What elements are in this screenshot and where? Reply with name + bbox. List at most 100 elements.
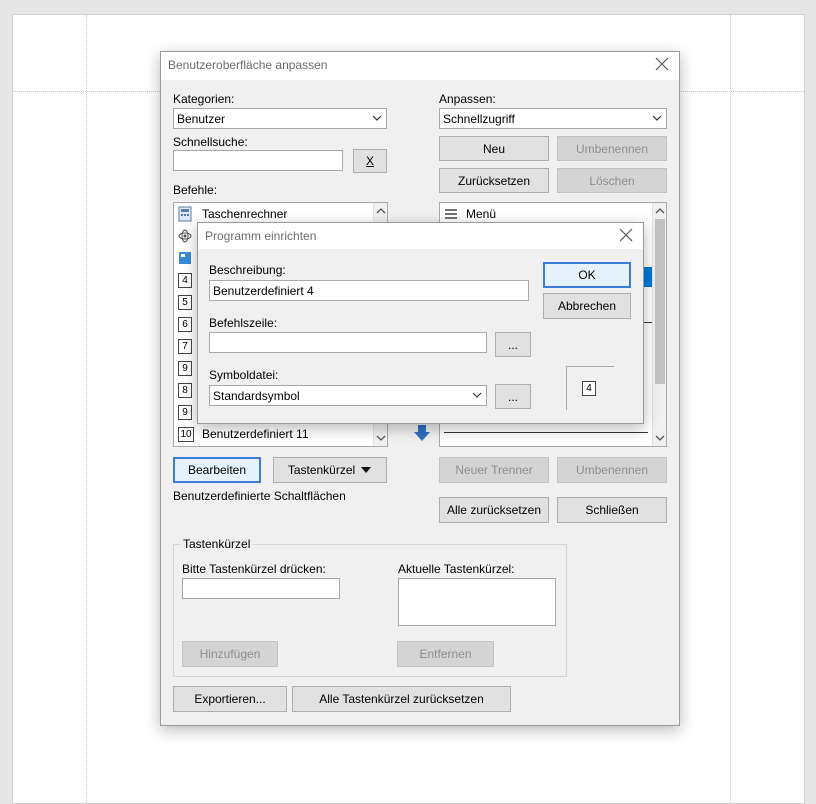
custom-buttons-caption: Benutzerdefinierte Schaltflächen — [173, 489, 346, 503]
group-title: Tastenkürzel — [180, 537, 254, 551]
hinzufuegen-button[interactable]: Hinzufügen — [182, 641, 278, 667]
zuruecksetzen-button[interactable]: Zurücksetzen — [439, 168, 549, 193]
triangle-down-icon — [361, 467, 372, 473]
schliessen-label: Schließen — [585, 503, 639, 517]
chevron-down-icon — [652, 115, 662, 121]
number-icon: 10 — [178, 426, 194, 442]
alle-tastenkuerzel-reset-label: Alle Tastenkürzel zurücksetzen — [319, 692, 484, 706]
ok-button[interactable]: OK — [543, 262, 631, 288]
neuer-trenner-button[interactable]: Neuer Trenner — [439, 457, 549, 483]
symboldatei-browse-button[interactable]: ... — [495, 384, 531, 409]
program-setup-dialog: Programm einrichten Beschreibung: Benutz… — [197, 222, 644, 424]
umbenennen-label: Umbenennen — [575, 141, 649, 156]
schliessen-button[interactable]: Schließen — [557, 497, 667, 523]
tastenkuerzel-label: Tastenkürzel — [287, 463, 356, 477]
dialog-titlebar: Benutzeroberfläche anpassen — [161, 52, 679, 80]
loeschen-button[interactable]: Löschen — [557, 168, 667, 193]
kategorien-combo[interactable]: Benutzer — [173, 108, 387, 129]
clear-search-button[interactable]: X — [353, 149, 387, 173]
chevron-down-icon — [472, 392, 482, 398]
number-icon: 9 — [178, 404, 192, 420]
befehlszeile-browse-button[interactable]: ... — [495, 332, 531, 357]
alle-zuruecksetzen-label: Alle zurücksetzen — [446, 503, 542, 517]
list-item-label: Benutzerdefiniert 11 — [202, 427, 309, 441]
number-icon: 5 — [178, 294, 192, 310]
number-icon: 9 — [178, 360, 192, 376]
scroll-down-icon[interactable] — [374, 432, 388, 444]
browse-label: ... — [507, 337, 518, 352]
bearbeiten-button[interactable]: Bearbeiten — [173, 457, 261, 483]
list-item-label: Menü — [466, 207, 497, 221]
margin-guide-left — [86, 15, 87, 803]
alle-tastenkuerzel-reset-button[interactable]: Alle Tastenkürzel zurücksetzen — [292, 686, 511, 712]
entfernen-button[interactable]: Entfernen — [397, 641, 494, 667]
aktuelle-label: Aktuelle Tastenkürzel: — [398, 562, 515, 576]
scroll-down-icon[interactable] — [653, 432, 667, 444]
kategorien-value: Benutzer — [177, 112, 226, 126]
abbrechen-button[interactable]: Abbrechen — [543, 293, 631, 319]
loeschen-label: Löschen — [589, 173, 635, 188]
zuruecksetzen-label: Zurücksetzen — [457, 173, 531, 188]
browse-label: ... — [507, 389, 518, 404]
symboldatei-combo[interactable]: Standardsymbol — [209, 385, 487, 406]
number-icon: 4 — [582, 381, 596, 396]
exportieren-label: Exportieren... — [194, 692, 266, 706]
list-item-label: Taschenrechner — [202, 207, 288, 221]
kategorien-label: Kategorien: — [173, 92, 235, 106]
number-icon: 6 — [178, 316, 192, 332]
symboldatei-value: Standardsymbol — [213, 389, 300, 403]
number-icon: 8 — [178, 382, 192, 398]
alle-zuruecksetzen-button[interactable]: Alle zurücksetzen — [439, 497, 549, 523]
befehlszeile-input[interactable] — [209, 332, 487, 353]
schnellsuche-label: Schnellsuche: — [173, 135, 248, 149]
hinzufuegen-label: Hinzufügen — [199, 647, 261, 661]
anpassen-label: Anpassen: — [439, 92, 496, 106]
chevron-down-icon — [372, 115, 382, 121]
separator-line — [644, 322, 652, 323]
befehle-label: Befehle: — [173, 183, 218, 197]
icon-preview: 4 — [566, 366, 614, 410]
tastenkuerzel-dropdown-button[interactable]: Tastenkürzel — [273, 457, 387, 483]
atom-icon — [178, 229, 192, 243]
schnellsuche-input[interactable] — [173, 150, 343, 171]
list-item[interactable]: 10 Benutzerdefiniert 11 — [178, 423, 309, 445]
close-icon[interactable] — [655, 57, 669, 71]
ok-label: OK — [578, 268, 596, 282]
beschreibung-value: Benutzerdefiniert 4 — [213, 284, 314, 298]
dialog-title: Programm einrichten — [205, 229, 317, 243]
befehlszeile-label: Befehlszeile: — [209, 316, 278, 330]
margin-guide-right — [730, 15, 731, 803]
calculator-icon — [178, 206, 192, 222]
scroll-thumb[interactable] — [655, 219, 665, 384]
scroll-up-icon[interactable] — [374, 205, 388, 217]
umbenennen-button[interactable]: Umbenennen — [557, 136, 667, 161]
list-item[interactable] — [178, 225, 192, 247]
scroll-up-icon[interactable] — [653, 205, 667, 217]
neu-button[interactable]: Neu — [439, 136, 549, 161]
bitte-label: Bitte Tastenkürzel drücken: — [182, 562, 326, 576]
umbenennen2-label: Umbenennen — [575, 463, 649, 477]
abbrechen-label: Abbrechen — [557, 299, 617, 313]
current-shortcuts-list[interactable] — [398, 578, 556, 626]
umbenennen2-button[interactable]: Umbenennen — [557, 457, 667, 483]
dialog-titlebar: Programm einrichten — [198, 223, 643, 249]
number-icon: 4 — [178, 272, 192, 288]
neu-label: Neu — [482, 141, 505, 156]
anpassen-combo[interactable]: Schnellzugriff — [439, 108, 667, 129]
anpassen-scrollbar[interactable] — [652, 203, 666, 446]
bearbeiten-label: Bearbeiten — [187, 463, 247, 477]
beschreibung-input[interactable]: Benutzerdefiniert 4 — [209, 280, 529, 301]
beschreibung-label: Beschreibung: — [209, 263, 286, 277]
exportieren-button[interactable]: Exportieren... — [173, 686, 287, 712]
close-icon[interactable] — [619, 228, 633, 242]
entfernen-label: Entfernen — [419, 647, 472, 661]
number-icon: 7 — [178, 338, 192, 354]
shortcut-capture-input[interactable] — [182, 578, 340, 599]
list-item[interactable] — [178, 247, 192, 269]
menu-icon — [445, 209, 457, 219]
neuer-trenner-label: Neuer Trenner — [455, 463, 533, 477]
separator-line — [444, 432, 648, 433]
clear-search-label: X — [365, 154, 374, 168]
anpassen-value: Schnellzugriff — [443, 112, 515, 126]
move-down-arrow-icon[interactable] — [412, 424, 432, 442]
